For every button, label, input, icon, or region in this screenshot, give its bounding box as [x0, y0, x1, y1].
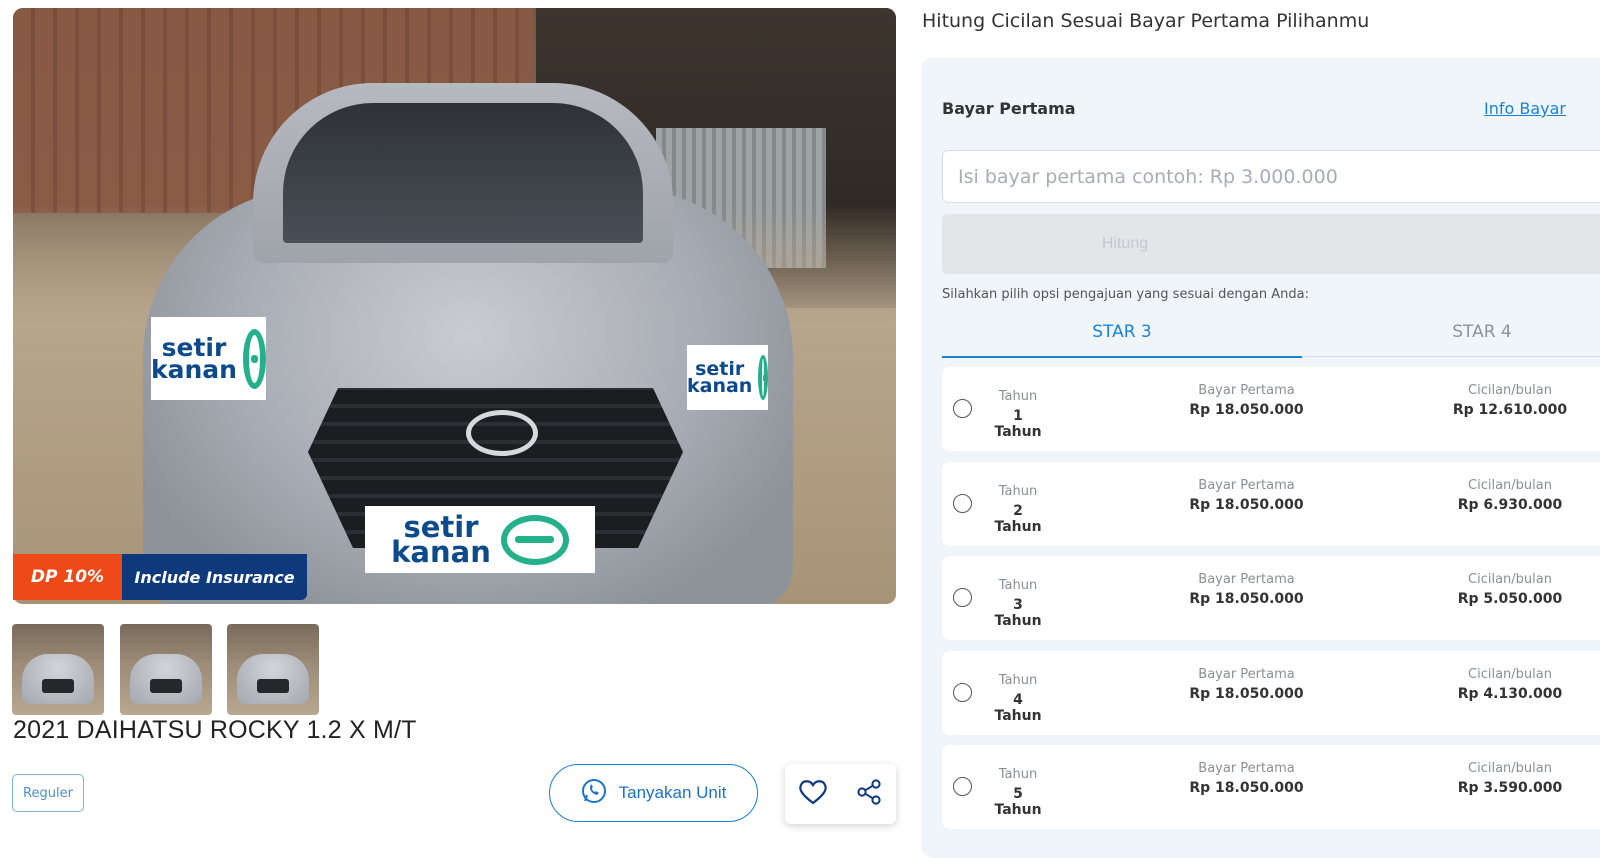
- steering-wheel-icon: [500, 514, 569, 565]
- tenor-column: Tahun 1 Tahun: [988, 389, 1048, 440]
- bayar-pertama-label: Bayar Pertama: [942, 99, 1076, 118]
- option-radio[interactable]: [953, 683, 972, 702]
- installment-option-row[interactable]: Tahun 5 Tahun Bayar Pertama Rp 18.050.00…: [942, 745, 1600, 829]
- calculator-heading: Hitung Cicilan Sesuai Bayar Pertama Pili…: [922, 10, 1370, 32]
- info-bayar-link[interactable]: Info Bayar: [1484, 99, 1566, 118]
- bayar-pertama-input[interactable]: [942, 150, 1600, 203]
- installment-option-row[interactable]: Tahun 2 Tahun Bayar Pertama Rp 18.050.00…: [942, 462, 1600, 546]
- down-payment-value: Rp 18.050.000: [1189, 686, 1304, 702]
- tenor-column: Tahun 4 Tahun: [988, 673, 1048, 724]
- down-payment-value: Rp 18.050.000: [1189, 780, 1304, 796]
- option-hint: Silahkan pilih opsi pengajuan yang sesua…: [942, 287, 1309, 302]
- tenor-label: Tahun: [998, 484, 1038, 499]
- tenor-value: 1 Tahun: [994, 408, 1042, 440]
- down-payment-value: Rp 18.050.000: [1189, 497, 1304, 513]
- tenor-column: Tahun 3 Tahun: [988, 578, 1048, 629]
- whatsapp-icon: [581, 778, 607, 809]
- steering-wheel-icon: [242, 328, 266, 389]
- monthly-label: Cicilan/bulan: [1468, 383, 1552, 398]
- down-payment-column: Bayar Pertama Rp 18.050.000: [1174, 667, 1319, 702]
- monthly-column: Cicilan/bulan Rp 3.590.000: [1440, 761, 1580, 796]
- option-radio[interactable]: [953, 399, 972, 418]
- down-payment-label: Bayar Pertama: [1198, 667, 1295, 682]
- installment-option-row[interactable]: Tahun 1 Tahun Bayar Pertama Rp 18.050.00…: [942, 367, 1600, 451]
- monthly-label: Cicilan/bulan: [1468, 572, 1552, 587]
- down-payment-value: Rp 18.050.000: [1189, 402, 1304, 418]
- tab-star-3[interactable]: STAR 3: [942, 322, 1302, 358]
- logo-word-bottom: kanan: [687, 374, 753, 397]
- option-radio[interactable]: [953, 494, 972, 513]
- thumbnail-grille: [257, 679, 289, 693]
- logo-word-bottom: kanan: [391, 534, 491, 569]
- option-radio[interactable]: [953, 777, 972, 796]
- thumbnail-3[interactable]: [227, 624, 319, 715]
- tenor-value: 5 Tahun: [994, 786, 1042, 818]
- hitung-button[interactable]: Hitung: [942, 214, 1600, 274]
- reguler-chip: Reguler: [12, 774, 84, 812]
- monthly-label: Cicilan/bulan: [1468, 478, 1552, 493]
- logo-word-bottom: kanan: [151, 354, 237, 384]
- action-box: [785, 764, 896, 824]
- monthly-value: Rp 6.930.000: [1457, 497, 1563, 513]
- tenor-value: 2 Tahun: [994, 503, 1042, 535]
- tenor-value: 3 Tahun: [994, 597, 1042, 629]
- monthly-value: Rp 5.050.000: [1457, 591, 1563, 607]
- watermark-logo-left: setir kanan: [151, 317, 266, 400]
- thumbnail-2[interactable]: [120, 624, 212, 715]
- down-payment-label: Bayar Pertama: [1198, 572, 1295, 587]
- car-title: 2021 DAIHATSU ROCKY 1.2 X M/T: [13, 716, 417, 744]
- down-payment-label: Bayar Pertama: [1198, 383, 1295, 398]
- down-payment-column: Bayar Pertama Rp 18.050.000: [1174, 761, 1319, 796]
- down-payment-column: Bayar Pertama Rp 18.050.000: [1174, 383, 1319, 418]
- monthly-label: Cicilan/bulan: [1468, 667, 1552, 682]
- steering-wheel-icon: [758, 355, 768, 400]
- thumbnail-grille: [42, 679, 74, 693]
- tenor-label: Tahun: [998, 389, 1038, 404]
- insurance-badge: Include Insurance: [122, 554, 307, 600]
- car-windshield: [283, 103, 643, 243]
- car-main-photo[interactable]: setir kanan setir kanan setir kanan: [13, 8, 896, 604]
- ask-unit-button[interactable]: Tanyakan Unit: [549, 764, 758, 822]
- heart-icon[interactable]: [798, 778, 828, 810]
- share-icon[interactable]: [855, 778, 883, 810]
- down-payment-label: Bayar Pertama: [1198, 478, 1295, 493]
- tenor-label: Tahun: [998, 578, 1038, 593]
- dp-badge: DP 10%: [13, 554, 122, 600]
- watermark-logo-right: setir kanan: [687, 345, 768, 410]
- tenor-value: 4 Tahun: [994, 692, 1042, 724]
- option-radio[interactable]: [953, 588, 972, 607]
- installment-option-row[interactable]: Tahun 4 Tahun Bayar Pertama Rp 18.050.00…: [942, 651, 1600, 735]
- monthly-column: Cicilan/bulan Rp 12.610.000: [1440, 383, 1580, 418]
- tenor-column: Tahun 2 Tahun: [988, 484, 1048, 535]
- thumbnail-1[interactable]: [12, 624, 104, 715]
- monthly-column: Cicilan/bulan Rp 5.050.000: [1440, 572, 1580, 607]
- watermark-logo-center: setir kanan: [365, 506, 595, 573]
- monthly-label: Cicilan/bulan: [1468, 761, 1552, 776]
- tab-star-4[interactable]: STAR 4: [1302, 322, 1600, 357]
- down-payment-label: Bayar Pertama: [1198, 761, 1295, 776]
- monthly-value: Rp 4.130.000: [1457, 686, 1563, 702]
- tenor-label: Tahun: [998, 767, 1038, 782]
- down-payment-column: Bayar Pertama Rp 18.050.000: [1174, 478, 1319, 513]
- tenor-column: Tahun 5 Tahun: [988, 767, 1048, 818]
- monthly-column: Cicilan/bulan Rp 4.130.000: [1440, 667, 1580, 702]
- down-payment-column: Bayar Pertama Rp 18.050.000: [1174, 572, 1319, 607]
- monthly-column: Cicilan/bulan Rp 6.930.000: [1440, 478, 1580, 513]
- car-emblem: [466, 410, 538, 456]
- tenor-label: Tahun: [998, 673, 1038, 688]
- down-payment-value: Rp 18.050.000: [1189, 591, 1304, 607]
- thumbnail-grille: [150, 679, 182, 693]
- installment-option-row[interactable]: Tahun 3 Tahun Bayar Pertama Rp 18.050.00…: [942, 556, 1600, 640]
- monthly-value: Rp 12.610.000: [1452, 402, 1568, 418]
- monthly-value: Rp 3.590.000: [1457, 780, 1563, 796]
- ask-unit-label: Tanyakan Unit: [618, 783, 727, 802]
